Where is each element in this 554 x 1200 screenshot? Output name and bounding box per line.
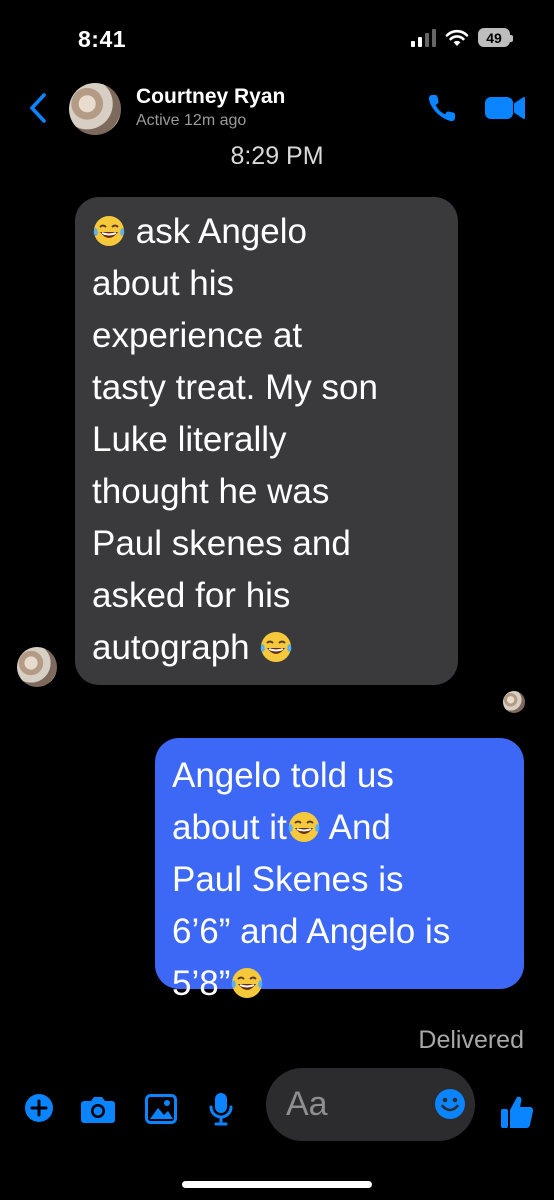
message-line: about it And [172,802,508,854]
message-composer[interactable] [266,1068,475,1141]
message-line: 5’8” [172,958,508,1010]
message-input[interactable] [286,1084,416,1124]
message-line: thought he was [92,472,330,511]
contact-avatar[interactable] [69,83,121,135]
outgoing-message-bubble[interactable]: Angelo told us about it And Paul Skenes … [155,738,524,1003]
message-line: asked for his [92,576,291,615]
message-line: ask Angelo [92,206,442,258]
message-text: 5’8” [172,964,231,1003]
wifi-icon [445,29,469,46]
status-indicators: 49 [411,28,513,47]
message-line: Angelo told us [172,756,394,795]
back-chevron-icon[interactable] [24,90,54,126]
message-line: tasty treat. My son [92,368,378,407]
message-text: autograph [92,628,250,667]
emoji-icon[interactable] [434,1088,466,1120]
message-line: about his [92,264,235,303]
video-call-icon[interactable] [484,94,526,122]
thumbs-up-icon[interactable] [500,1094,534,1130]
message-text: about it [172,808,287,847]
contact-active-status: Active 12m ago [136,112,247,129]
status-time: 8:41 [78,26,127,52]
message-line: autograph [92,622,442,674]
laughing-tears-emoji-icon [232,968,263,998]
plus-icon[interactable] [24,1093,54,1123]
home-indicator[interactable] [182,1181,372,1188]
message-line: 6’6” and Angelo is [172,912,451,951]
message-line: Luke literally [92,420,287,459]
message-line: experience at [92,316,303,355]
incoming-message-bubble[interactable]: ask Angelo about his experience at tasty… [75,197,458,685]
microphone-icon[interactable] [208,1092,234,1126]
signal-icon [411,28,436,47]
contact-name[interactable]: Courtney Ryan [136,85,285,109]
laughing-tears-emoji-icon [261,632,292,662]
laughing-tears-emoji-icon [93,216,125,246]
message-line: Paul Skenes is [172,860,404,899]
laughing-tears-emoji-icon [288,812,320,842]
message-text: And [328,808,391,847]
read-receipt-avatar [503,691,525,713]
battery-level: 49 [486,29,502,46]
photo-gallery-icon[interactable] [145,1094,177,1124]
delivery-status: Delivered [418,1026,524,1054]
sender-avatar[interactable] [17,647,57,687]
message-line: Paul skenes and [92,524,351,563]
message-text: ask Angelo [135,212,307,251]
message-timestamp: 8:29 PM [230,142,324,170]
camera-icon[interactable] [80,1094,116,1124]
phone-call-icon[interactable] [426,92,458,124]
battery-icon: 49 [478,28,513,47]
